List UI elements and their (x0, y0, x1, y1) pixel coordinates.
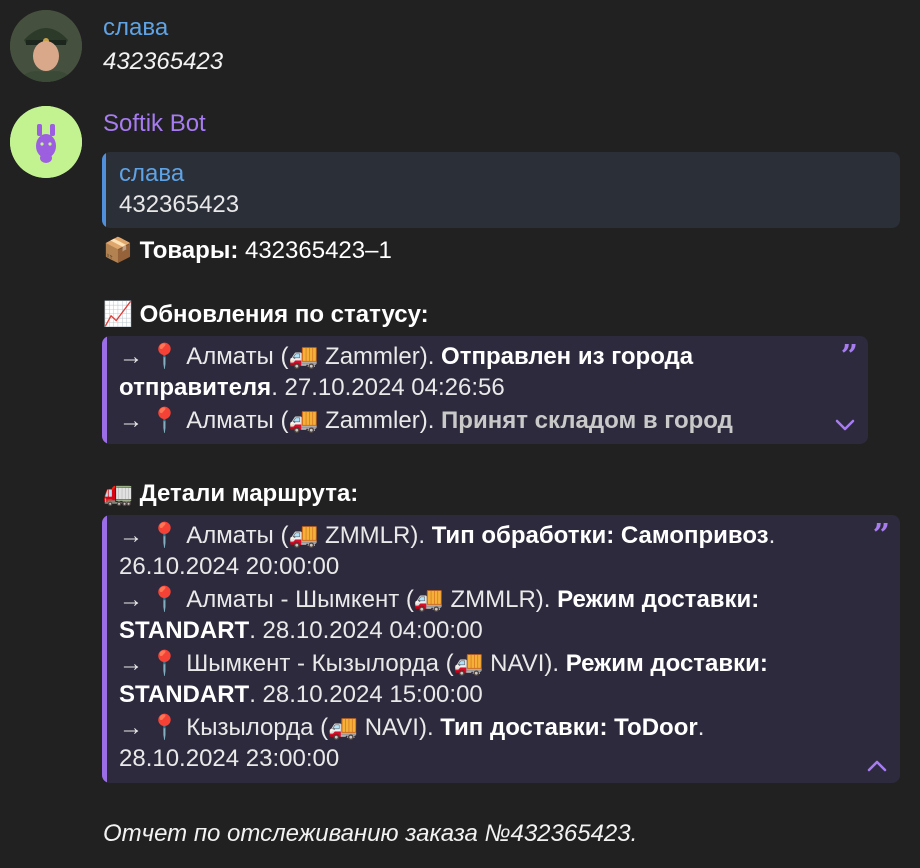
reply-sender: слава (119, 160, 185, 187)
route-dot: . (697, 714, 705, 741)
route-line-6: STANDART. 28.10.2024 15:00:00 (119, 679, 483, 711)
goods-label: Товары: (139, 237, 239, 264)
carrier-text: ZMMLR). (325, 522, 426, 549)
reply-quote[interactable]: слава 432365423 (102, 152, 900, 228)
arrow-icon: → (119, 407, 143, 434)
pin-icon: 📍 (149, 342, 180, 370)
route-line-1: → 📍 Алматы (🚚 ZMMLR). Тип обработки: Сам… (119, 519, 775, 552)
city-text: Алматы ( (186, 522, 289, 549)
package-icon: 📦 (103, 236, 133, 264)
quote-mark-icon: ” (872, 518, 890, 553)
truck-icon: 🚚 (288, 521, 319, 549)
status-line-2: отправителя. 27.10.2024 04:26:56 (119, 372, 505, 404)
chart-increasing-icon: 📈 (103, 300, 133, 328)
carrier-text: NAVI). (364, 714, 434, 741)
chevron-up-icon[interactable] (866, 759, 888, 773)
status-bold-text: отправителя (119, 374, 272, 401)
route-line-2: 26.10.2024 20:00:00 (119, 553, 340, 580)
route-bold-text: Тип обработки: Самопривоз (431, 522, 769, 549)
city-text: Шымкент - Кызылорда ( (186, 650, 454, 677)
articulated-lorry-icon: 🚛 (103, 479, 133, 507)
quote-mark-icon: ” (840, 339, 858, 374)
status-bold-text: Отправлен из города (441, 343, 694, 370)
route-line-3: → 📍 Алматы - Шымкент (🚚 ZMMLR). Режим до… (119, 583, 759, 616)
city-text: Алматы ( (186, 343, 289, 370)
sender-name-user[interactable]: слава (103, 14, 168, 42)
reply-bar (102, 152, 106, 228)
carrier-text: ZMMLR). (450, 586, 551, 613)
route-line-8: 28.10.2024 23:00:00 (119, 745, 340, 772)
pin-icon: 📍 (149, 713, 180, 741)
arrow-icon: → (119, 522, 143, 549)
quote-bar (102, 515, 107, 783)
user-avatar[interactable] (10, 10, 82, 82)
route-quote-block[interactable]: → 📍 Алматы (🚚 ZMMLR). Тип обработки: Сам… (102, 515, 900, 783)
pin-icon: 📍 (149, 521, 180, 549)
route-bold-text: Режим доставки: (565, 650, 768, 677)
status-date: . 27.10.2024 04:26:56 (271, 374, 505, 401)
route-bold-text: Тип доставки: ToDoor (440, 714, 698, 741)
goods-value: 432365423–1 (244, 237, 392, 264)
route-date: . 28.10.2024 04:00:00 (249, 617, 483, 644)
truck-icon: 🚚 (453, 649, 484, 677)
pin-icon: 📍 (149, 585, 180, 613)
truck-icon: 🚚 (288, 342, 319, 370)
user-message-text: 432365423 (103, 48, 224, 75)
pin-icon: 📍 (149, 406, 180, 434)
truck-icon: 🚚 (413, 585, 444, 613)
route-bold-text: STANDART (119, 617, 250, 644)
route-bold-text: Режим доставки: (557, 586, 760, 613)
status-line-3: → 📍 Алматы (🚚 Zammler). Принят складом в… (119, 404, 733, 437)
reply-text: 432365423 (119, 191, 240, 218)
carrier-text: NAVI). (490, 650, 560, 677)
route-dot: . (768, 522, 776, 549)
status-bold-text: Принят складом в город (441, 407, 733, 434)
route-line-7: → 📍 Кызылорда (🚚 NAVI). Тип доставки: To… (119, 711, 704, 744)
status-heading: Обновления по статусу: (139, 301, 429, 328)
route-heading: Детали маршрута: (139, 480, 359, 507)
route-date: . 28.10.2024 15:00:00 (249, 681, 483, 708)
arrow-icon: → (119, 586, 143, 613)
route-bold-text: STANDART (119, 681, 250, 708)
arrow-icon: → (119, 650, 143, 677)
truck-icon: 🚚 (288, 406, 319, 434)
city-text: Кызылорда ( (186, 714, 329, 741)
city-text: Алматы - Шымкент ( (186, 586, 414, 613)
quote-bar (102, 336, 107, 444)
route-line-4: STANDART. 28.10.2024 04:00:00 (119, 615, 483, 647)
truck-icon: 🚚 (328, 713, 359, 741)
arrow-icon: → (119, 343, 143, 370)
sender-name-bot[interactable]: Softik Bot (103, 110, 206, 138)
chevron-down-icon[interactable] (834, 418, 856, 432)
status-line-1: → 📍 Алматы (🚚 Zammler). Отправлен из гор… (119, 340, 693, 373)
carrier-text: Zammler). (325, 343, 435, 370)
carrier-text: Zammler). (325, 407, 435, 434)
report-footer: Отчет по отслеживанию заказа №432365423. (103, 820, 638, 847)
arrow-icon: → (119, 714, 143, 741)
goods-line: 📦 Товары: 432365423–1 (103, 234, 392, 267)
bot-avatar[interactable] (10, 106, 82, 178)
status-heading-line: 📈 Обновления по статусу: (103, 298, 429, 331)
route-line-5: → 📍 Шымкент - Кызылорда (🚚 NAVI). Режим … (119, 647, 768, 680)
city-text: Алматы ( (186, 407, 289, 434)
route-heading-line: 🚛 Детали маршрута: (103, 477, 358, 510)
pin-icon: 📍 (149, 649, 180, 677)
status-quote-block[interactable]: → 📍 Алматы (🚚 Zammler). Отправлен из гор… (102, 336, 868, 444)
